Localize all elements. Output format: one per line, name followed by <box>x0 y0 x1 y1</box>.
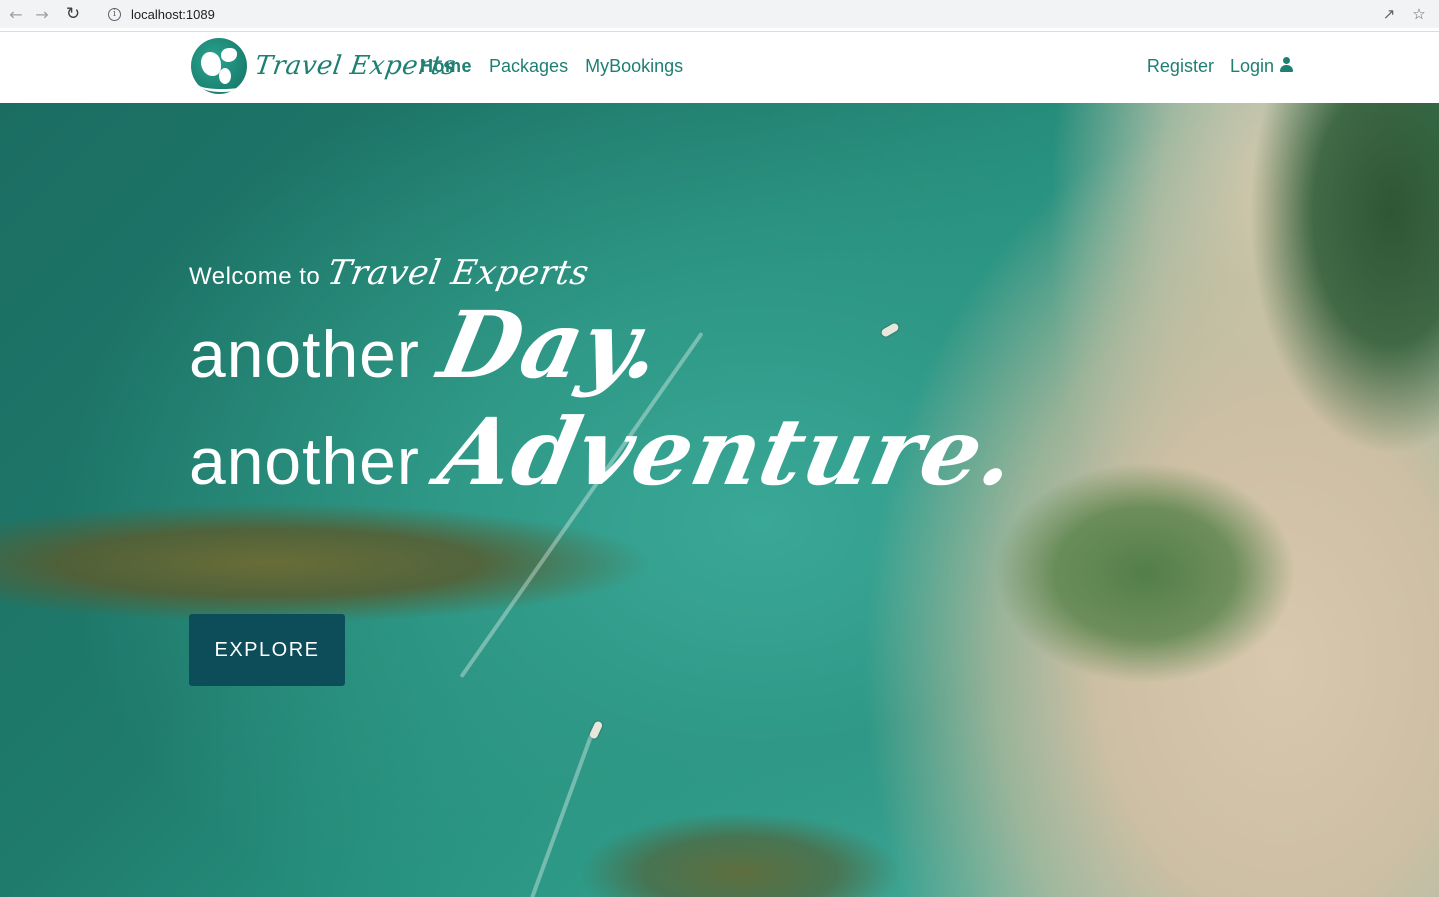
browser-toolbar: ← → ↻ i localhost:1089 ↗ ☆ <box>0 0 1439 28</box>
nav-packages-link[interactable]: Packages <box>489 56 568 77</box>
hero-banner: Welcome to Travel Experts another Day. a… <box>0 103 1439 897</box>
auth-links: Register Login <box>1131 56 1293 77</box>
hero-line1-plain: another <box>189 317 420 391</box>
nav-mybookings-link[interactable]: MyBookings <box>585 56 683 77</box>
back-button[interactable]: ← <box>3 2 29 26</box>
welcome-text: Welcome to <box>189 263 321 290</box>
nav-links: Home Packages MyBookings <box>420 56 700 77</box>
hero-line2-plain: another <box>189 424 420 498</box>
hero-line1-script: Day. <box>430 291 672 399</box>
forward-button[interactable]: → <box>29 2 55 26</box>
url-text: localhost:1089 <box>131 6 215 22</box>
welcome-heading: Welcome to Travel Experts <box>189 253 1015 293</box>
arrow-left-icon: ← <box>9 4 23 24</box>
site-navbar: Travel Experts Home Packages MyBookings … <box>0 31 1439 103</box>
boat-image <box>588 720 604 740</box>
register-link[interactable]: Register <box>1147 56 1214 77</box>
hero-line-adventure: another Adventure. <box>189 398 1026 506</box>
hero-line-day: another Day. <box>189 291 1015 399</box>
brand-logo-link[interactable]: Travel Experts <box>191 38 458 94</box>
nav-home-link[interactable]: Home <box>420 56 472 77</box>
hero-line2-script: Adventure. <box>430 398 1027 506</box>
address-bar[interactable]: i localhost:1089 ↗ ☆ <box>98 1 1434 27</box>
login-link[interactable]: Login <box>1230 56 1293 77</box>
boat-wake <box>528 732 594 897</box>
reload-icon: ↻ <box>65 4 81 24</box>
login-label: Login <box>1229 56 1274 76</box>
welcome-brand: Travel Experts <box>324 253 593 293</box>
user-icon <box>1280 57 1293 73</box>
info-icon[interactable]: i <box>108 7 121 21</box>
globe-logo-icon <box>191 38 247 94</box>
share-icon[interactable]: ↗ <box>1374 5 1404 23</box>
hero-content: Welcome to Travel Experts another Day. a… <box>189 253 1026 686</box>
explore-button[interactable]: EXPLORE <box>189 614 345 686</box>
arrow-right-icon: → <box>35 4 49 24</box>
reload-button[interactable]: ↻ <box>60 2 86 26</box>
bookmark-star-icon[interactable]: ☆ <box>1404 5 1434 23</box>
